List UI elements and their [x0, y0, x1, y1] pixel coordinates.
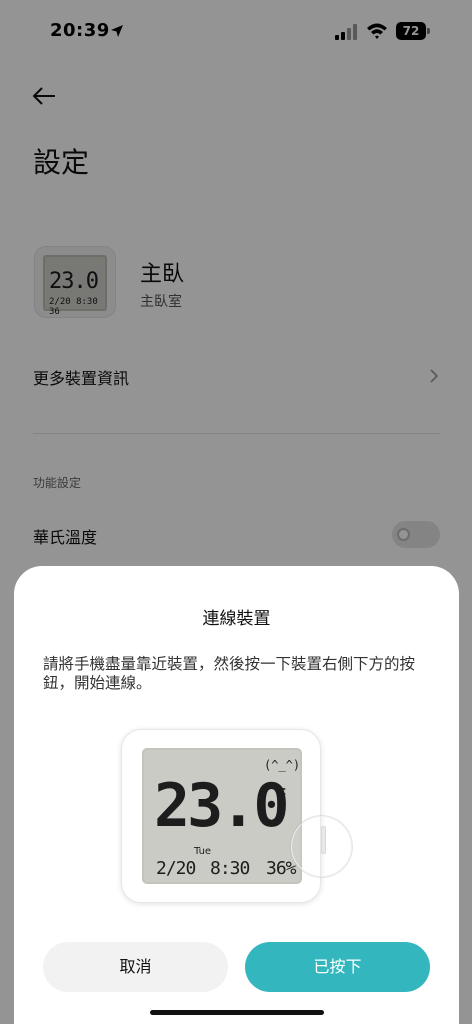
- device-illustration-lcd: (^_^) 23.0 °c Tue 2/20 8:30 36%: [142, 748, 302, 884]
- connect-device-sheet: 連線裝置 請將手機盡量靠近裝置，然後按一下裝置右側下方的按鈕，開始連線。 (^_…: [14, 566, 459, 1024]
- sheet-description: 請將手機盡量靠近裝置，然後按一下裝置右側下方的按鈕，開始連線。: [43, 655, 416, 692]
- lcd-face: (^_^): [264, 758, 301, 772]
- lcd-unit: °c: [273, 784, 287, 798]
- lcd-date: 2/20: [156, 858, 196, 879]
- home-indicator: [150, 1010, 324, 1015]
- sheet-title: 連線裝置: [202, 609, 271, 629]
- lcd-day: Tue: [194, 846, 212, 857]
- button-highlight-ring: [291, 816, 352, 877]
- device-illustration: (^_^) 23.0 °c Tue 2/20 8:30 36%: [121, 729, 326, 903]
- lcd-humidity: 36%: [266, 858, 296, 879]
- lcd-temperature: 23.0: [154, 771, 289, 841]
- pressed-confirm-button[interactable]: 已按下: [245, 942, 430, 992]
- cancel-button[interactable]: 取消: [43, 942, 228, 992]
- lcd-time: 8:30: [210, 858, 250, 879]
